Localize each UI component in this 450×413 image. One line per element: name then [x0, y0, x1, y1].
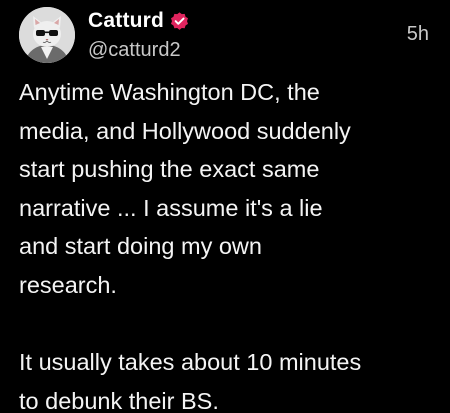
- display-name[interactable]: Catturd: [88, 6, 164, 36]
- tweet-paragraph-2: It usually takes about 10 minutes to deb…: [19, 343, 439, 413]
- tweet-line: to debunk their BS.: [19, 387, 219, 413]
- tweet-line: start pushing the exact same: [19, 156, 320, 183]
- tweet-text: Anytime Washington DC, the media, and Ho…: [19, 73, 439, 413]
- tweet-line: narrative ... I assume it's a lie: [19, 194, 323, 221]
- tweet-line: media, and Hollywood suddenly: [19, 117, 351, 144]
- tweet-card: Catturd @catturd2 5h Anytime Washington …: [0, 0, 450, 413]
- author-name-row[interactable]: Catturd: [88, 6, 190, 36]
- avatar[interactable]: [19, 7, 75, 63]
- timestamp[interactable]: 5h: [407, 22, 429, 46]
- tweet-line: and start doing my own: [19, 233, 262, 260]
- cat-avatar-image: [19, 7, 75, 63]
- tweet-line: research.: [19, 271, 117, 298]
- tweet-paragraph-1: Anytime Washington DC, the media, and Ho…: [19, 73, 439, 305]
- tweet-line: Anytime Washington DC, the: [19, 79, 320, 105]
- verified-badge-icon: [169, 11, 190, 32]
- tweet-line: It usually takes about 10 minutes: [19, 349, 362, 376]
- author-handle[interactable]: @catturd2: [88, 37, 181, 63]
